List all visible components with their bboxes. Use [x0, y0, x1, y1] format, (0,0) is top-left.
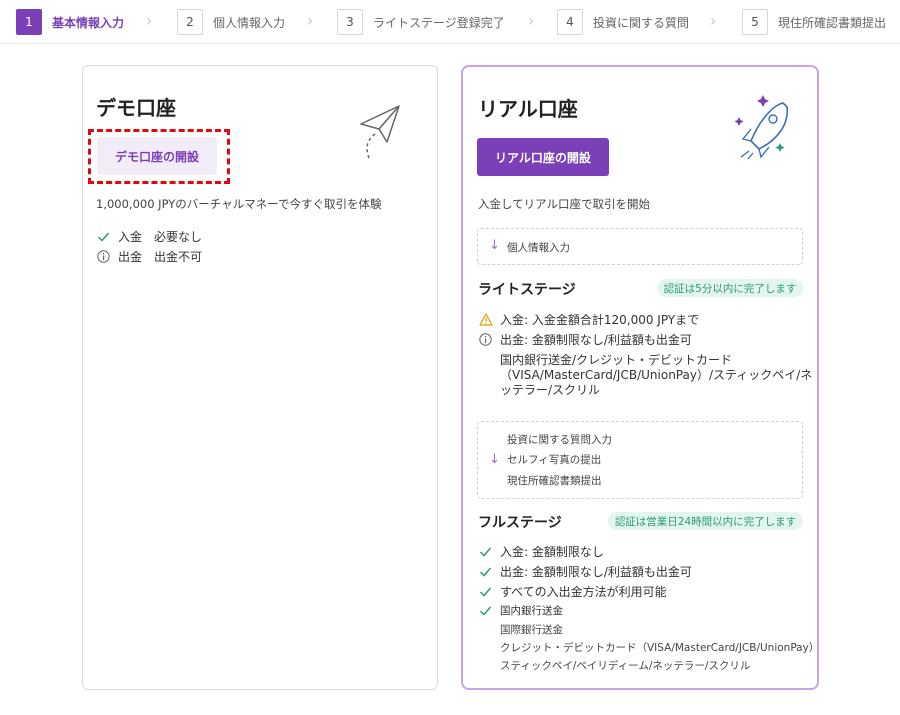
- full-methods-text: すべての入出金方法が利用可能: [500, 585, 667, 599]
- light-stage-badge: 認証は5分以内に完了します: [657, 279, 803, 297]
- full-method-domestic: 国内銀行送金: [500, 605, 563, 617]
- chevron-right-icon: ›: [528, 11, 535, 30]
- step-number: 5: [742, 9, 768, 35]
- light-withdraw-text: 出金: 金額制限なし/利益額も出金可: [500, 333, 692, 347]
- demo-card-title: デモ口座: [96, 96, 176, 120]
- demo-deposit-label: 入金: [118, 230, 143, 244]
- info-icon: [96, 249, 111, 264]
- real-description: 入金してリアル口座で取引を開始: [478, 197, 651, 211]
- light-withdraw-row: 出金: 金額制限なし/利益額も出金可: [478, 331, 692, 348]
- step-selfie-upload: セルフィ写真の提出: [507, 454, 602, 466]
- demo-deposit-value: 必要なし: [154, 230, 203, 244]
- paper-plane-icon: [360, 105, 400, 159]
- chevron-right-icon: ›: [710, 11, 717, 30]
- step-number: 3: [337, 9, 363, 35]
- light-deposit-row: 入金: 入金金額合計120,000 JPYまで: [478, 311, 699, 328]
- check-icon: [96, 229, 111, 244]
- demo-deposit-row: 入金 必要なし: [96, 228, 202, 245]
- arrow-down-icon: ↓: [489, 238, 500, 253]
- step-label: 投資に関する質問: [593, 15, 690, 30]
- full-deposit-row: 入金: 金額制限なし: [478, 543, 604, 560]
- full-stage-title: フルステージ: [478, 515, 562, 531]
- real-account-card: リアル口座 リアル口座の開設 入金してリアル口座で取引を開始 ↓ 個人情報入力 …: [461, 65, 819, 690]
- light-stage-title: ライトステージ: [478, 282, 576, 298]
- step-2[interactable]: 2 個人情報入力: [177, 9, 285, 35]
- step-label: 基本情報入力: [52, 15, 125, 30]
- step-label: 個人情報入力: [213, 15, 286, 30]
- warning-icon: [478, 312, 493, 327]
- step-label: 現住所確認書類提出: [778, 15, 887, 30]
- full-methods-row: すべての入出金方法が利用可能: [478, 583, 667, 600]
- step-number: 1: [16, 9, 42, 35]
- step-4[interactable]: 4 投資に関する質問: [557, 9, 689, 35]
- step-address-document: 現住所確認書類提出: [507, 475, 602, 487]
- personal-info-step-box: ↓ 個人情報入力: [477, 228, 803, 265]
- check-icon: [478, 564, 493, 579]
- step-number: 2: [177, 9, 203, 35]
- personal-info-step-label: 個人情報入力: [507, 242, 570, 254]
- full-withdraw-row: 出金: 金額制限なし/利益額も出金可: [478, 563, 692, 580]
- demo-withdraw-label: 出金: [118, 250, 143, 264]
- step-label: ライトステージ登録完了: [373, 15, 505, 30]
- demo-withdraw-row: 出金 出金不可: [96, 248, 202, 265]
- step-investment-questions: 投資に関する質問入力: [507, 434, 612, 446]
- full-withdraw-text: 出金: 金額制限なし/利益額も出金可: [500, 565, 692, 579]
- light-methods-line-3: ッテラー/スクリル: [500, 383, 601, 397]
- open-real-account-button[interactable]: リアル口座の開設: [477, 138, 609, 176]
- full-method-international: 国際銀行送金: [500, 624, 563, 636]
- real-card-title: リアル口座: [478, 97, 578, 121]
- rocket-icon: [734, 95, 788, 160]
- arrow-down-icon: ↓: [489, 452, 500, 467]
- demo-withdraw-value: 出金不可: [154, 250, 203, 264]
- chevron-right-icon: ›: [307, 11, 314, 30]
- full-method-domestic-row: 国内銀行送金: [478, 603, 563, 618]
- full-stage-badge: 認証は営業日24時間以内に完了します: [608, 512, 803, 530]
- step-3[interactable]: 3 ライトステージ登録完了: [337, 9, 505, 35]
- check-icon: [478, 584, 493, 599]
- demo-account-card: デモ口座 デモ口座の開設 1,000,000 JPYのバーチャルマネーで今すぐ取…: [82, 65, 438, 690]
- full-deposit-text: 入金: 金額制限なし: [500, 545, 604, 559]
- open-demo-account-button[interactable]: デモ口座の開設: [97, 137, 217, 175]
- step-number: 4: [557, 9, 583, 35]
- full-method-ewallets: スティックペイ/ペイリディーム/ネッテラー/スクリル: [500, 660, 751, 672]
- check-icon: [478, 544, 493, 559]
- check-icon: [478, 603, 493, 618]
- chevron-right-icon: ›: [146, 11, 153, 30]
- full-method-card: クレジット・デビットカード（VISA/MasterCard/JCB/UnionP…: [500, 642, 820, 654]
- step-5[interactable]: 5 現住所確認書類提出: [742, 9, 886, 35]
- step-1[interactable]: 1 基本情報入力: [16, 9, 124, 35]
- info-icon: [478, 332, 493, 347]
- demo-description: 1,000,000 JPYのバーチャルマネーで今すぐ取引を体験: [96, 197, 382, 211]
- light-deposit-text: 入金: 入金金額合計120,000 JPYまで: [500, 313, 700, 327]
- progress-stepper: 1 基本情報入力 › 2 個人情報入力 › 3 ライトステージ登録完了 › 4 …: [0, 0, 900, 44]
- full-stage-steps-box: ↓ 投資に関する質問入力 セルフィ写真の提出 現住所確認書類提出: [477, 421, 803, 499]
